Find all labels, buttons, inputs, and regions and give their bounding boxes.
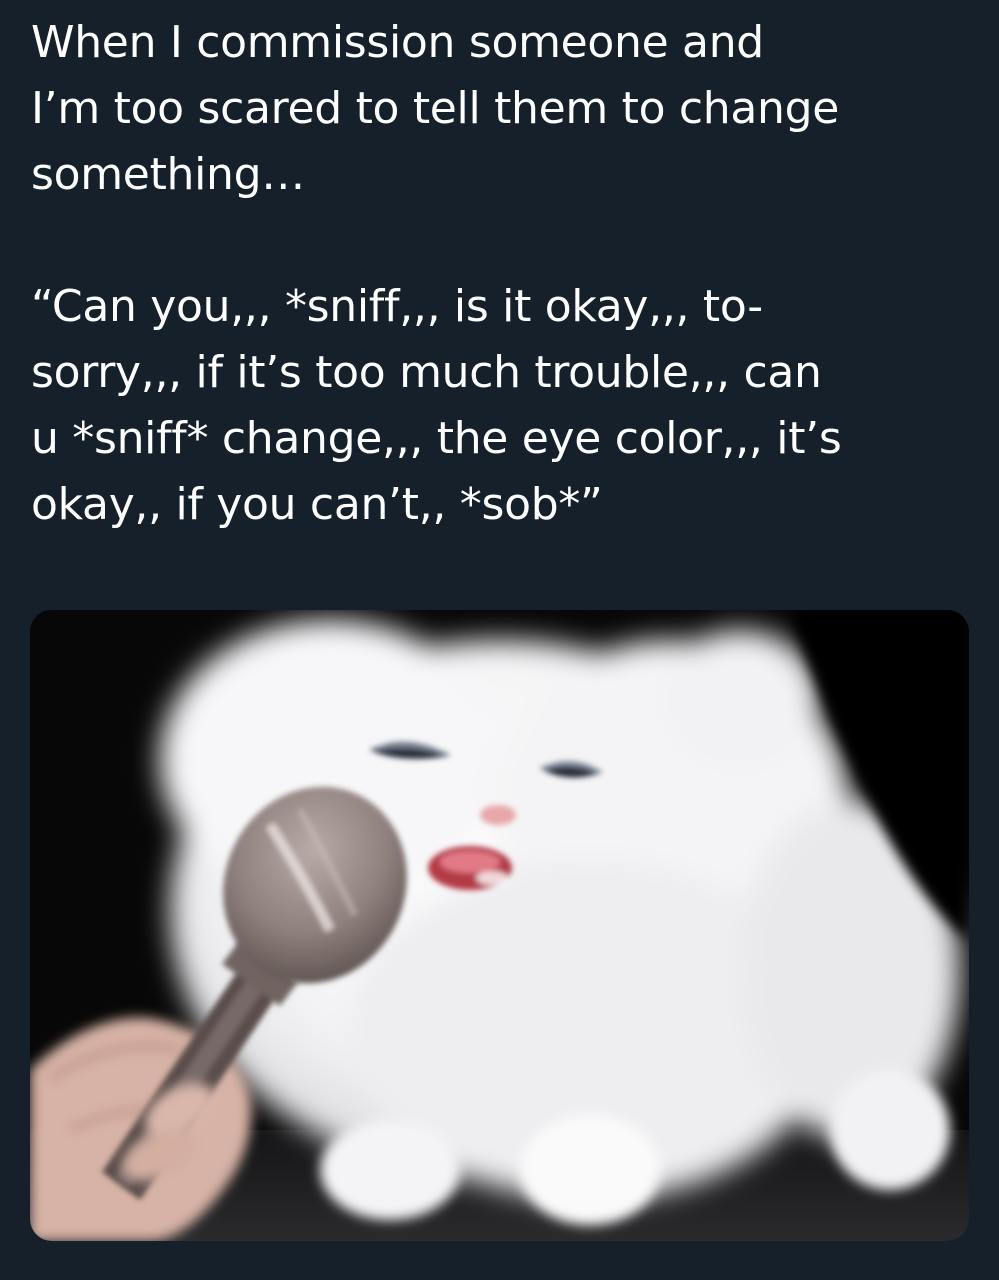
tweet-setup-text: When I commission someone and I’m too sc… (31, 17, 840, 200)
tweet-media-image[interactable] (30, 610, 969, 1241)
kitten-microphone-illustration (30, 610, 969, 1241)
tweet-quote-text: “Can you,,, *sniff,,, is it okay,,, to- … (31, 281, 842, 530)
tweet-text: When I commission someone and I’m too sc… (31, 10, 976, 538)
